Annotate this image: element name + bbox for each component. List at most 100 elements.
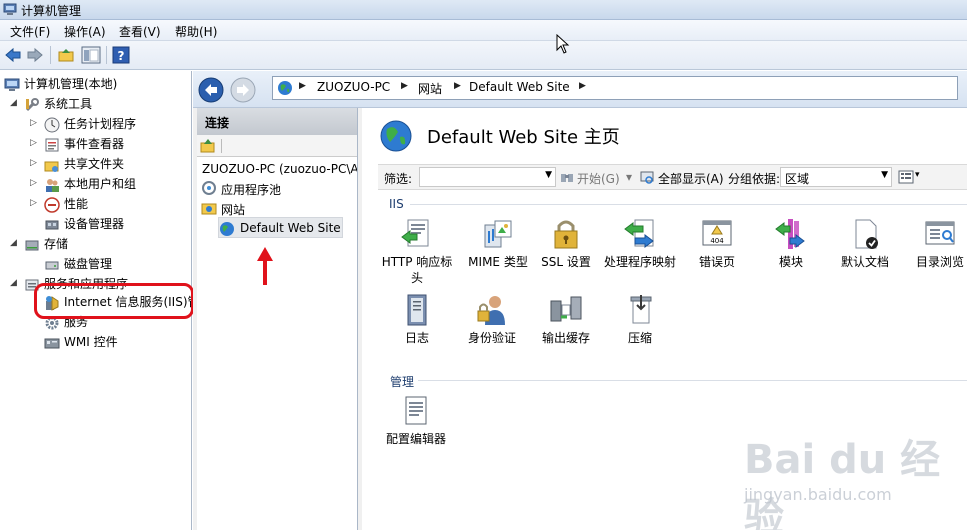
navigation-bar: ▶ ZUOZUO-PC ▶ 网站 ▶ Default Web Site ▶ [193, 71, 967, 108]
iis-manager-icon [46, 296, 59, 311]
connection-default-site[interactable]: Default Web Site [240, 221, 341, 235]
tools-icon [25, 98, 39, 112]
expand-shared-folders-icon[interactable]: ▷ [30, 158, 37, 168]
expand-performance-icon[interactable]: ▷ [30, 198, 37, 208]
window-title: 计算机管理 [21, 4, 82, 18]
storage-icon [25, 240, 39, 251]
feature-label: 输出缓存 [541, 331, 590, 345]
create-connection-icon[interactable] [200, 138, 216, 154]
feature-label: 模块 [778, 255, 803, 269]
chevron-down-icon[interactable]: ▼ [545, 170, 552, 180]
sites-folder-icon [201, 203, 217, 215]
mime-types-icon [484, 220, 512, 248]
nav-back-icon[interactable] [198, 77, 224, 103]
services-apps-icon [25, 279, 39, 291]
section-iis: IIS [389, 197, 404, 211]
console-tree: 计算机管理(本地) ◢ 系统工具 ▷ 任务计划程序 ▷ 事件查看器 ▷ 共享文件… [0, 71, 192, 530]
connection-server[interactable]: ZUOZUO-PC (zuozuo-PC\A [202, 162, 357, 176]
back-arrow-icon[interactable] [4, 46, 22, 64]
start-dropdown-icon[interactable]: ▾ [626, 170, 632, 184]
compression-icon [630, 295, 652, 324]
filter-label: 筛选: [384, 172, 413, 186]
show-all-button[interactable]: 全部显示(A) [658, 170, 724, 187]
output-cache-icon [550, 296, 582, 322]
authentication-icon [477, 296, 505, 325]
menu-file[interactable]: 文件(F) [10, 23, 50, 40]
feature-http-headers[interactable]: HTTP 响应标头 [378, 217, 456, 286]
feature-label: 错误页 [698, 255, 735, 269]
menu-help[interactable]: 帮助(H) [175, 23, 217, 40]
feature-modules[interactable]: 模块 [752, 217, 830, 270]
app-pool-icon [202, 181, 216, 195]
feature-handler-mappings[interactable]: 处理程序映射 [601, 217, 679, 270]
feature-authentication[interactable]: 身份验证 [453, 293, 531, 346]
connection-app-pools[interactable]: 应用程序池 [221, 181, 281, 198]
users-icon [46, 179, 59, 192]
services-gear-icon [45, 316, 59, 330]
configuration-editor-icon [405, 396, 427, 425]
feature-error-pages[interactable]: 404 错误页 [678, 217, 756, 270]
connections-toolbar [197, 135, 357, 157]
address-bar[interactable]: ▶ ZUOZUO-PC ▶ 网站 ▶ Default Web Site ▶ [272, 76, 958, 100]
group-by-label: 分组依据: [728, 172, 781, 186]
feature-label: 默认文档 [840, 255, 889, 269]
menu-action[interactable]: 操作(A) [64, 23, 106, 40]
feature-label: 日志 [404, 331, 429, 345]
forward-arrow-icon[interactable] [26, 46, 44, 64]
mouse-cursor-icon [556, 34, 570, 54]
feature-label: 压缩 [627, 331, 652, 345]
performance-icon [44, 197, 60, 213]
feature-directory-browsing[interactable]: 目录浏览 [901, 217, 967, 270]
modules-icon [775, 219, 805, 249]
help-icon[interactable]: ? [112, 46, 130, 64]
chevron-down-icon[interactable]: ▼ [881, 170, 888, 180]
site-globe-icon [380, 120, 412, 152]
window-titlebar: 计算机管理 [0, 0, 967, 20]
connection-sites[interactable]: 网站 [221, 201, 245, 218]
show-all-icon [640, 171, 654, 184]
breadcrumb-site[interactable]: Default Web Site [469, 80, 570, 94]
expand-event-viewer-icon[interactable]: ▷ [30, 138, 37, 148]
breadcrumb-separator-icon: ▶ [579, 81, 586, 91]
feature-label: MIME 类型 [468, 255, 528, 269]
directory-browsing-icon [925, 221, 955, 245]
feature-compression[interactable]: 压缩 [601, 293, 679, 346]
start-button[interactable]: 开始(G) [577, 170, 620, 187]
feature-label: SSL 设置 [541, 255, 591, 269]
collapse-system-tools-icon[interactable]: ◢ [10, 98, 17, 108]
feature-label: 身份验证 [467, 331, 516, 345]
expand-local-users-icon[interactable]: ▷ [30, 178, 37, 188]
computer-management-icon [4, 78, 20, 91]
page-title: Default Web Site 主页 [427, 127, 620, 148]
show-hide-console-tree-icon[interactable] [81, 46, 101, 64]
connections-pane: 连接 ZUOZUO-PC (zuozuo-PC\A 应用程序池 网站 Defau… [197, 108, 358, 530]
logging-icon [407, 294, 427, 326]
collapse-services-apps-icon[interactable]: ◢ [10, 278, 17, 288]
feature-ssl-settings[interactable]: SSL 设置 [527, 217, 605, 270]
breadcrumb-machine[interactable]: ZUOZUO-PC [317, 80, 390, 94]
globe-icon [278, 81, 292, 95]
menu-view[interactable]: 查看(V) [119, 23, 161, 40]
computer-management-icon [3, 3, 17, 15]
collapse-storage-icon[interactable]: ◢ [10, 238, 17, 248]
filter-input[interactable]: ▼ [419, 167, 556, 187]
connections-header: 连接 [197, 108, 357, 135]
breadcrumb-sites[interactable]: 网站 [418, 80, 442, 97]
up-folder-icon[interactable] [57, 46, 75, 64]
menu-bar: 文件(F) 操作(A) 查看(V) 帮助(H) [0, 20, 967, 41]
feature-default-document[interactable]: 默认文档 [826, 217, 904, 270]
view-dropdown-icon[interactable]: ▾ [915, 170, 920, 180]
svg-text:?: ? [118, 49, 125, 63]
clock-icon [44, 117, 60, 133]
feature-logging[interactable]: 日志 [378, 293, 456, 346]
group-by-select[interactable]: 区域 ▼ [780, 167, 892, 187]
feature-output-cache[interactable]: 输出缓存 [527, 293, 605, 346]
feature-configuration-editor[interactable]: 配置编辑器 [376, 394, 456, 447]
nav-forward-icon[interactable] [230, 77, 256, 103]
feature-mime-types[interactable]: MIME 类型 [459, 217, 537, 270]
disk-icon [45, 261, 59, 270]
view-mode-icon[interactable] [898, 169, 914, 185]
expand-task-scheduler-icon[interactable]: ▷ [30, 118, 37, 128]
site-home-pane: Default Web Site 主页 筛选: ▼ 开始(G) ▾ 全部显示(A… [362, 108, 967, 530]
default-document-icon [855, 219, 878, 249]
